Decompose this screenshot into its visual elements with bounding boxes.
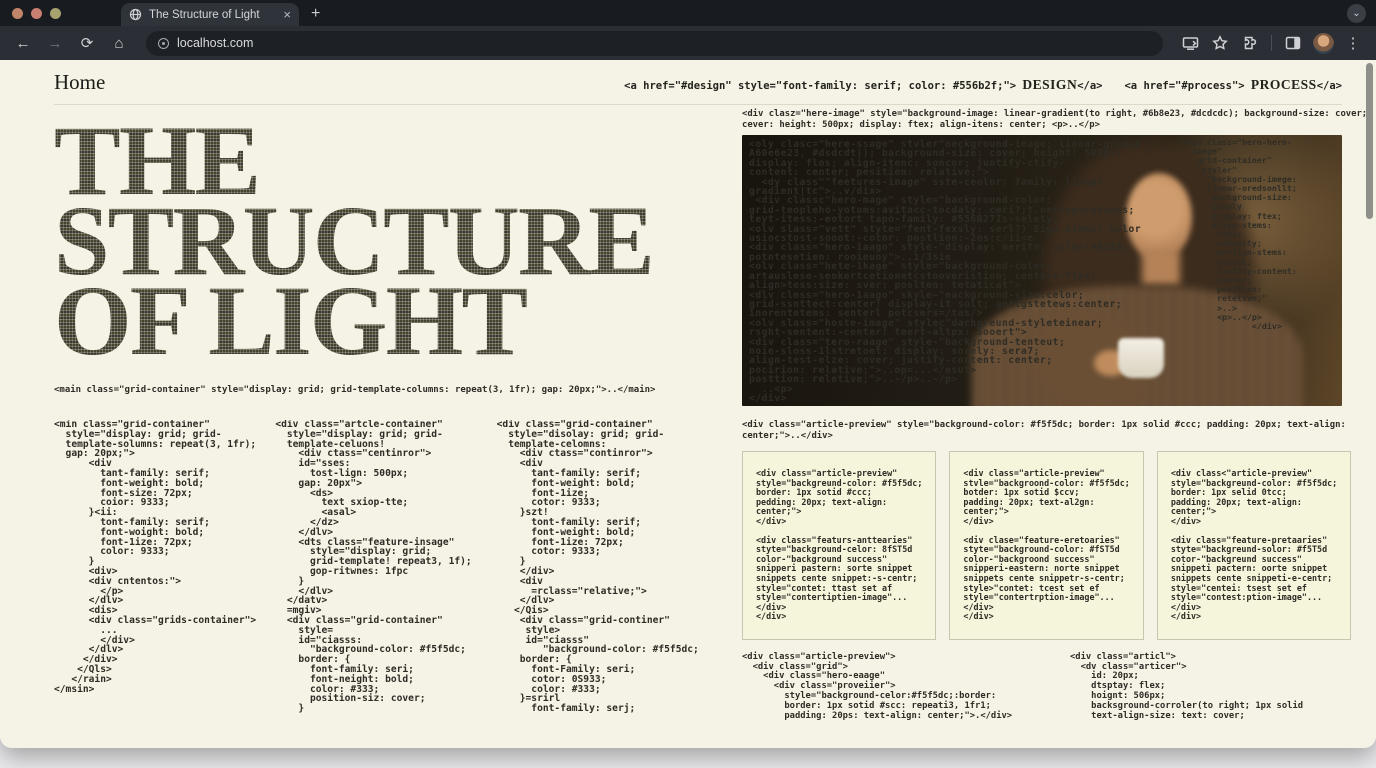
bookmark-star-icon[interactable]	[1207, 30, 1233, 56]
hero-photo: <oly clasc="here-ssage" stvler"oeckgroun…	[742, 135, 1342, 406]
tab-strip: The Structure of Light × + ⌄	[0, 0, 1376, 26]
maximize-window-button[interactable]	[50, 8, 61, 19]
card-2-code: <div class="article-preview" stvle="back…	[963, 469, 1129, 622]
new-tab-button[interactable]: +	[311, 6, 320, 22]
code-column-2: <div class="artcle-container" style="dis…	[275, 420, 480, 714]
bottom-code-right: <div class="articl"> <dv class="articer"…	[1070, 653, 1303, 722]
tab-title: The Structure of Light	[149, 9, 276, 21]
site-info-icon[interactable]	[158, 38, 169, 49]
bottom-code-blocks: <div class="article-preview"> <div class…	[742, 653, 1342, 722]
process-link[interactable]: PROCESS	[1251, 77, 1317, 92]
browser-toolbar: ← → ⟳ ⌂ localhost.com ⋮	[0, 26, 1376, 60]
tab-structure-of-light[interactable]: The Structure of Light ×	[121, 3, 299, 26]
close-window-button[interactable]	[12, 8, 23, 19]
article-preview-code-line: <div class="article-preview" style="back…	[742, 420, 1342, 441]
main-grid-code-line: <main class="grid-container" style="disp…	[54, 385, 702, 396]
site-header: Home <a href="#design" style="font-famil…	[54, 70, 1342, 105]
card-1-code: <div class="article-preview" style="back…	[756, 469, 922, 622]
cast-icon[interactable]	[1177, 30, 1203, 56]
avatar	[1313, 33, 1334, 54]
home-button[interactable]: ⌂	[106, 30, 132, 56]
address-bar[interactable]: localhost.com	[146, 31, 1163, 56]
hero-overlay-code-right: <div class="hero-hero- imege" grtd-conta…	[1182, 138, 1334, 331]
tab-search-chevron-icon[interactable]: ⌄	[1347, 4, 1366, 23]
article-preview-card-2[interactable]: <div class="article-preview" stvle="back…	[949, 451, 1143, 640]
right-column: <div clasz="here-image" style="backgroun…	[742, 105, 1342, 721]
tab-close-icon[interactable]: ×	[283, 8, 291, 21]
vertical-scrollbar-thumb[interactable]	[1366, 63, 1373, 219]
code-column-1: <min class="grid-container" style="displ…	[54, 420, 259, 714]
article-preview-card-1[interactable]: <div class="article-preview" style="back…	[742, 451, 936, 640]
toolbar-actions: ⋮	[1177, 30, 1366, 56]
forward-button[interactable]: →	[42, 30, 68, 56]
extensions-icon[interactable]	[1237, 30, 1263, 56]
page-title: THE STRUCTURE OF LIGHT	[54, 121, 702, 361]
profile-avatar[interactable]	[1310, 30, 1336, 56]
design-link[interactable]: DESIGN	[1022, 77, 1077, 92]
reload-button[interactable]: ⟳	[74, 30, 100, 56]
back-button[interactable]: ←	[10, 30, 36, 56]
code-columns: <min class="grid-container" style="displ…	[54, 420, 702, 714]
hero-code-line: <div clasz="here-image" style="backgroun…	[742, 109, 1342, 130]
article-preview-cards: <div class="article-preview" style="back…	[742, 451, 1342, 640]
globe-icon	[129, 8, 142, 21]
browser-menu-icon[interactable]: ⋮	[1340, 30, 1366, 56]
minimize-window-button[interactable]	[31, 8, 42, 19]
card-3-code: <div class<"article-preview" style="back…	[1171, 469, 1337, 622]
page-content: Home <a href="#design" style="font-famil…	[0, 60, 1376, 748]
url-text: localhost.com	[177, 36, 253, 50]
nav-code-design-close: </a>	[1077, 80, 1102, 92]
code-column-3: <div class="grid-container" style="disol…	[497, 420, 702, 714]
header-nav: <a href="#design" style="font-family: se…	[624, 77, 1342, 93]
nav-code-design-open: <a href="#design" style="font-family: se…	[624, 80, 1022, 92]
toolbar-divider	[1271, 35, 1272, 51]
bottom-code-left: <div class="article-preview"> <div class…	[742, 653, 1042, 722]
nav-code-process-open: <a href="#process">	[1124, 80, 1250, 92]
home-link[interactable]: Home	[54, 70, 105, 95]
hero-overlay-code-left: <oly clasc="here-ssage" stvler"oeckgroun…	[749, 140, 1145, 403]
left-column: THE STRUCTURE OF LIGHT <main class="grid…	[54, 105, 702, 721]
woman-neck	[1142, 251, 1180, 285]
nav-code-process-close: </a>	[1317, 80, 1342, 92]
article-preview-card-3[interactable]: <div class<"article-preview" style="back…	[1157, 451, 1351, 640]
window-controls	[0, 8, 73, 26]
side-panel-icon[interactable]	[1280, 30, 1306, 56]
desktop-background	[0, 748, 1376, 768]
browser-window: The Structure of Light × + ⌄ ← → ⟳ ⌂ loc…	[0, 0, 1376, 748]
